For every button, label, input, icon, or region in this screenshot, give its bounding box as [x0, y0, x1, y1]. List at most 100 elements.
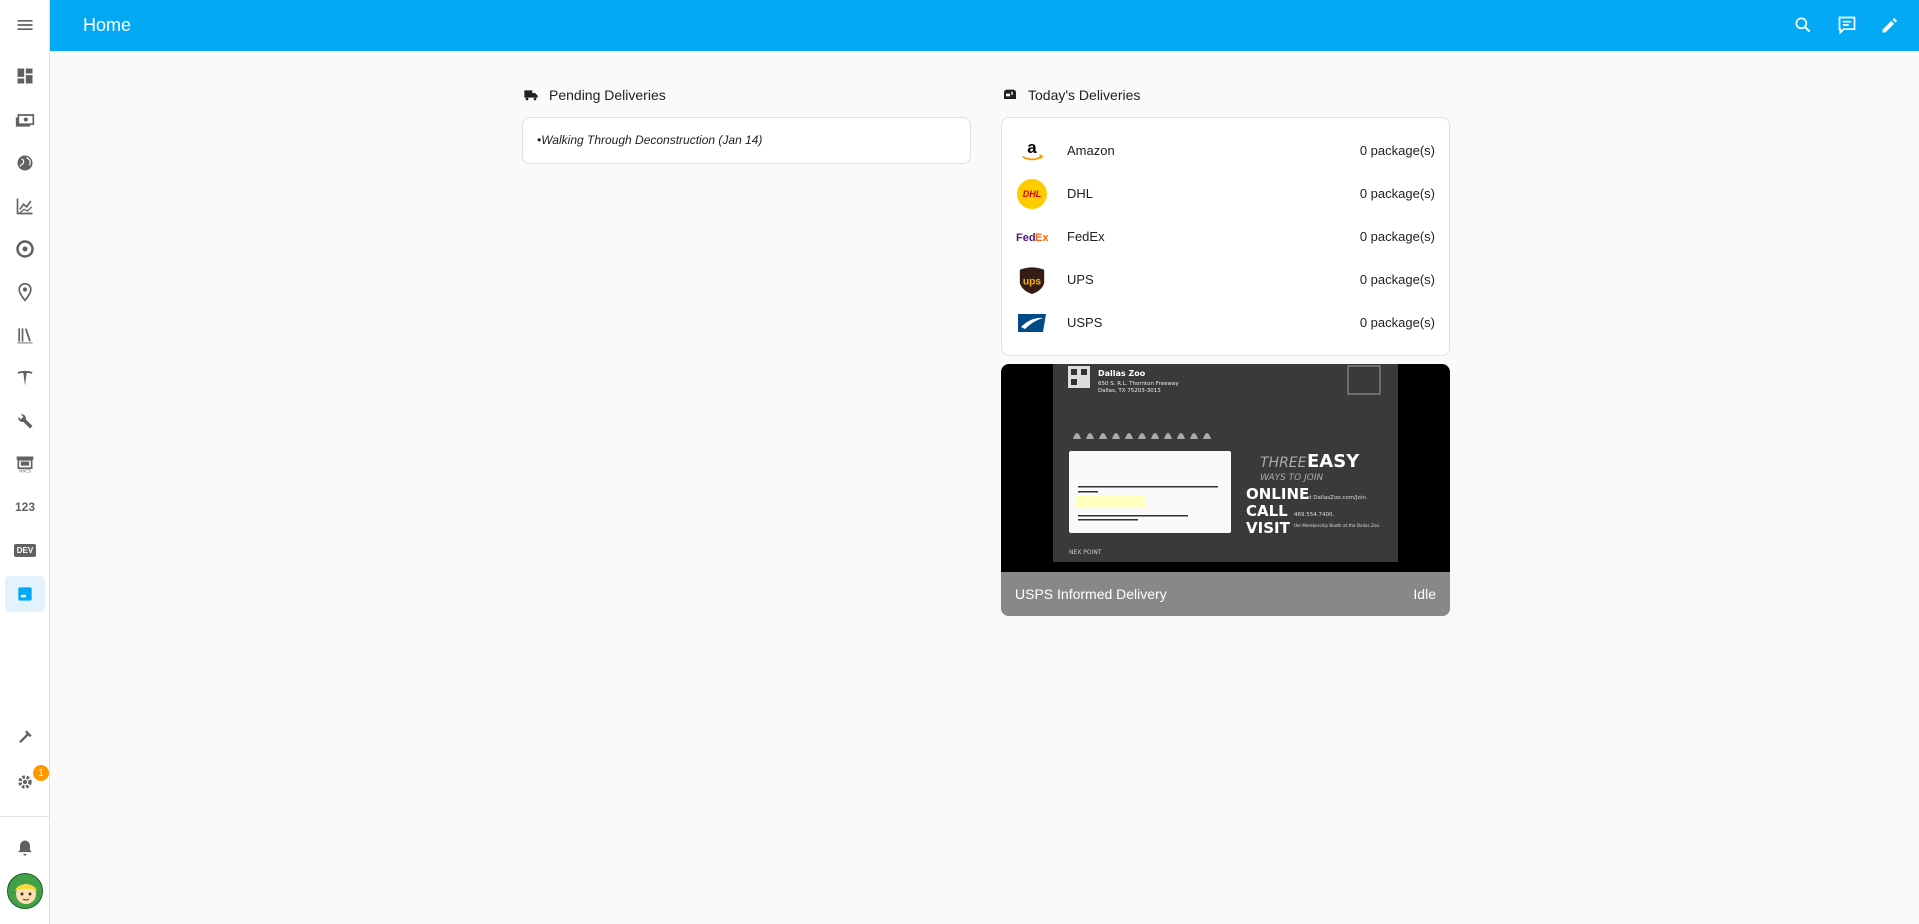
carrier-row-usps[interactable]: USPS 0 package(s) — [1002, 301, 1449, 341]
mail-option-visit: VISIT — [1246, 519, 1291, 537]
mail-option-online-detail: at DallasZoo.com/Join. — [1306, 495, 1368, 501]
dev-icon: DEV — [13, 543, 37, 557]
pending-deliveries-title: Pending Deliveries — [549, 87, 666, 103]
avatar[interactable] — [7, 873, 43, 909]
menu-button[interactable] — [0, 0, 50, 50]
carrier-count: 0 package(s) — [1359, 143, 1435, 158]
tesla-icon — [17, 370, 33, 386]
library-icon — [17, 328, 33, 344]
camera-name: USPS Informed Delivery — [1015, 586, 1167, 602]
carrier-row-dhl[interactable]: DHL DHL 0 package(s) — [1002, 172, 1449, 212]
sidebar-item-history[interactable] — [5, 188, 45, 224]
carrier-row-ups[interactable]: ups UPS 0 package(s) — [1002, 258, 1449, 298]
sidebar-item-tesla[interactable] — [5, 360, 45, 396]
sidebar-item-settings[interactable]: 1 — [5, 764, 49, 800]
sidebar-divider — [0, 816, 50, 817]
hammer-icon — [19, 730, 32, 743]
carrier-row-amazon[interactable]: a Amazon 0 package(s) — [1002, 129, 1449, 169]
app-header: Home — [50, 0, 1919, 51]
ups-logo: ups — [1016, 264, 1048, 296]
usps-informed-delivery-card[interactable]: Dallas Zoo 650 S. R.L. Thornton Freeway … — [1001, 364, 1450, 616]
mail-option-call: CALL — [1246, 502, 1288, 520]
sidebar: HACS 123 DEV 1 — [0, 0, 50, 924]
mailbox-icon — [18, 587, 32, 601]
sidebar-item-tools[interactable] — [5, 403, 45, 439]
map-marker-icon — [18, 282, 32, 302]
overview-icon — [17, 68, 33, 84]
carrier-count: 0 package(s) — [1359, 272, 1435, 287]
target-icon — [16, 240, 34, 258]
mail-footer-text: NEX POINT — [1069, 549, 1102, 556]
camera-card-footer: USPS Informed Delivery Idle — [1001, 572, 1450, 616]
sidebar-item-earth[interactable] — [5, 145, 45, 181]
page-title: Home — [83, 15, 132, 35]
mail-option-visit-detail: the Membership Booth at the Dallas Zoo. — [1294, 523, 1380, 528]
dhl-logo: DHL — [1016, 178, 1048, 210]
usps-logo — [1016, 307, 1048, 339]
search-icon — [1795, 17, 1811, 33]
svg-text:HACS: HACS — [19, 468, 31, 473]
sidebar-item-overview[interactable] — [5, 58, 45, 94]
edit-dashboard-button[interactable] — [1878, 13, 1902, 37]
earth-icon — [17, 155, 33, 171]
bell-icon — [18, 840, 32, 856]
truck-icon — [524, 90, 538, 101]
sidebar-item-counter[interactable]: 123 — [5, 489, 45, 525]
sidebar-item-cash[interactable] — [5, 102, 45, 138]
cash-icon — [15, 114, 35, 127]
todays-deliveries-heading: Today's Deliveries — [1002, 87, 1140, 103]
amazon-logo: a — [1016, 135, 1048, 167]
carrier-name: USPS — [1067, 315, 1103, 330]
sidebar-item-store[interactable]: HACS — [5, 446, 45, 482]
mail-option-call-detail: 469.554.7400. — [1294, 512, 1334, 518]
mail-sender: Dallas Zoo — [1098, 369, 1146, 378]
mail-piece-image: Dallas Zoo 650 S. R.L. Thornton Freeway … — [1053, 364, 1398, 562]
chart-icon — [16, 198, 33, 215]
mailbox-open-icon — [1004, 89, 1016, 99]
menu-icon — [17, 20, 33, 30]
fedex-logo: Fed Ex — [1016, 221, 1048, 253]
carrier-count: 0 package(s) — [1359, 315, 1435, 330]
svg-text:Ex: Ex — [1035, 232, 1048, 244]
carrier-name: UPS — [1067, 272, 1094, 287]
carrier-count: 0 package(s) — [1359, 186, 1435, 201]
pending-delivery-item: •Walking Through Deconstruction (Jan 14) — [537, 133, 763, 147]
mail-headline-easy: EASY — [1307, 451, 1360, 472]
sidebar-item-map[interactable] — [5, 274, 45, 310]
sidebar-item-developer-tools[interactable] — [5, 720, 45, 756]
todays-deliveries-title: Today's Deliveries — [1028, 87, 1141, 103]
search-button[interactable] — [1791, 13, 1815, 37]
sidebar-item-mailbox[interactable] — [5, 576, 45, 612]
sidebar-item-developer[interactable]: DEV — [5, 532, 45, 568]
sidebar-item-target[interactable] — [5, 231, 45, 267]
mail-scan-graphic: Dallas Zoo 650 S. R.L. Thornton Freeway … — [1053, 364, 1398, 562]
mail-address-line-1: 650 S. R.L. Thornton Freeway — [1098, 381, 1179, 387]
camera-state: Idle — [1413, 586, 1436, 602]
carrier-name: DHL — [1067, 186, 1094, 201]
mail-headline-ways: WAYS TO JOIN — [1260, 473, 1324, 483]
carrier-name: Amazon — [1067, 143, 1115, 158]
user-avatar-icon — [8, 874, 42, 908]
sidebar-item-library[interactable] — [5, 317, 45, 353]
numeric-icon: 123 — [14, 500, 36, 514]
comment-icon — [1838, 16, 1856, 35]
wrench-icon — [18, 414, 33, 429]
svg-text:Fed: Fed — [1016, 232, 1036, 244]
svg-text:ups: ups — [1023, 277, 1042, 288]
svg-text:a: a — [1027, 138, 1037, 157]
svg-text:DHL: DHL — [1023, 189, 1042, 199]
carrier-count: 0 package(s) — [1359, 229, 1435, 244]
pending-deliveries-card: •Walking Through Deconstruction (Jan 14) — [522, 117, 971, 164]
mail-address-line-2: Dallas, TX 75203-3013 — [1098, 388, 1161, 394]
assist-button[interactable] — [1835, 13, 1859, 37]
pending-deliveries-heading: Pending Deliveries — [523, 87, 666, 103]
pencil-icon — [1882, 17, 1898, 33]
mail-headline-three: THREE — [1260, 455, 1307, 471]
carrier-row-fedex[interactable]: Fed Ex FedEx 0 package(s) — [1002, 215, 1449, 255]
gear-icon — [18, 775, 32, 789]
carrier-name: FedEx — [1067, 229, 1105, 244]
sidebar-item-notifications[interactable] — [5, 830, 45, 866]
store-icon: HACS — [16, 456, 34, 473]
todays-deliveries-card: a Amazon 0 package(s) DHL DHL 0 package(… — [1001, 117, 1450, 356]
notification-badge: 1 — [33, 765, 49, 781]
